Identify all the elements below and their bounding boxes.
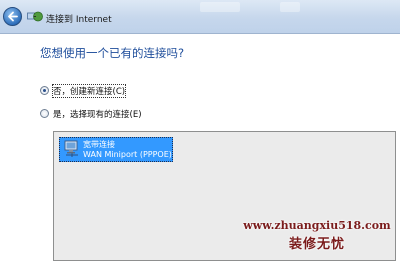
radio-button-checked[interactable] bbox=[40, 86, 49, 95]
watermark-slogan: 装修无忧 bbox=[288, 237, 345, 252]
connection-device: WAN Miniport (PPPOE) bbox=[83, 150, 172, 159]
connection-item[interactable]: 宽带连接 WAN Miniport (PPPOE) bbox=[59, 137, 173, 162]
option-use-existing-label[interactable]: 是，选择现有的连接(E) bbox=[53, 108, 142, 120]
network-computer-icon bbox=[64, 140, 78, 157]
option-create-new-label[interactable]: 否，创建新连接(C) bbox=[51, 84, 127, 98]
background-window-text bbox=[280, 2, 300, 12]
watermark: www.zhuangxiu518.com 装修无忧 bbox=[234, 219, 400, 252]
network-globe-icon bbox=[27, 11, 43, 22]
back-arrow-icon bbox=[8, 11, 18, 22]
title-bar: 连接到 Internet bbox=[0, 0, 400, 34]
window-title: 连接到 Internet bbox=[46, 15, 112, 25]
dialog-question: 您想使用一个已有的连接吗? bbox=[40, 46, 185, 60]
back-button[interactable] bbox=[3, 7, 22, 26]
radio-button-unchecked[interactable] bbox=[40, 109, 49, 118]
background-window-text bbox=[200, 2, 240, 12]
watermark-url: www.zhuangxiu518.com bbox=[243, 219, 391, 232]
connection-name: 宽带连接 bbox=[83, 140, 115, 149]
